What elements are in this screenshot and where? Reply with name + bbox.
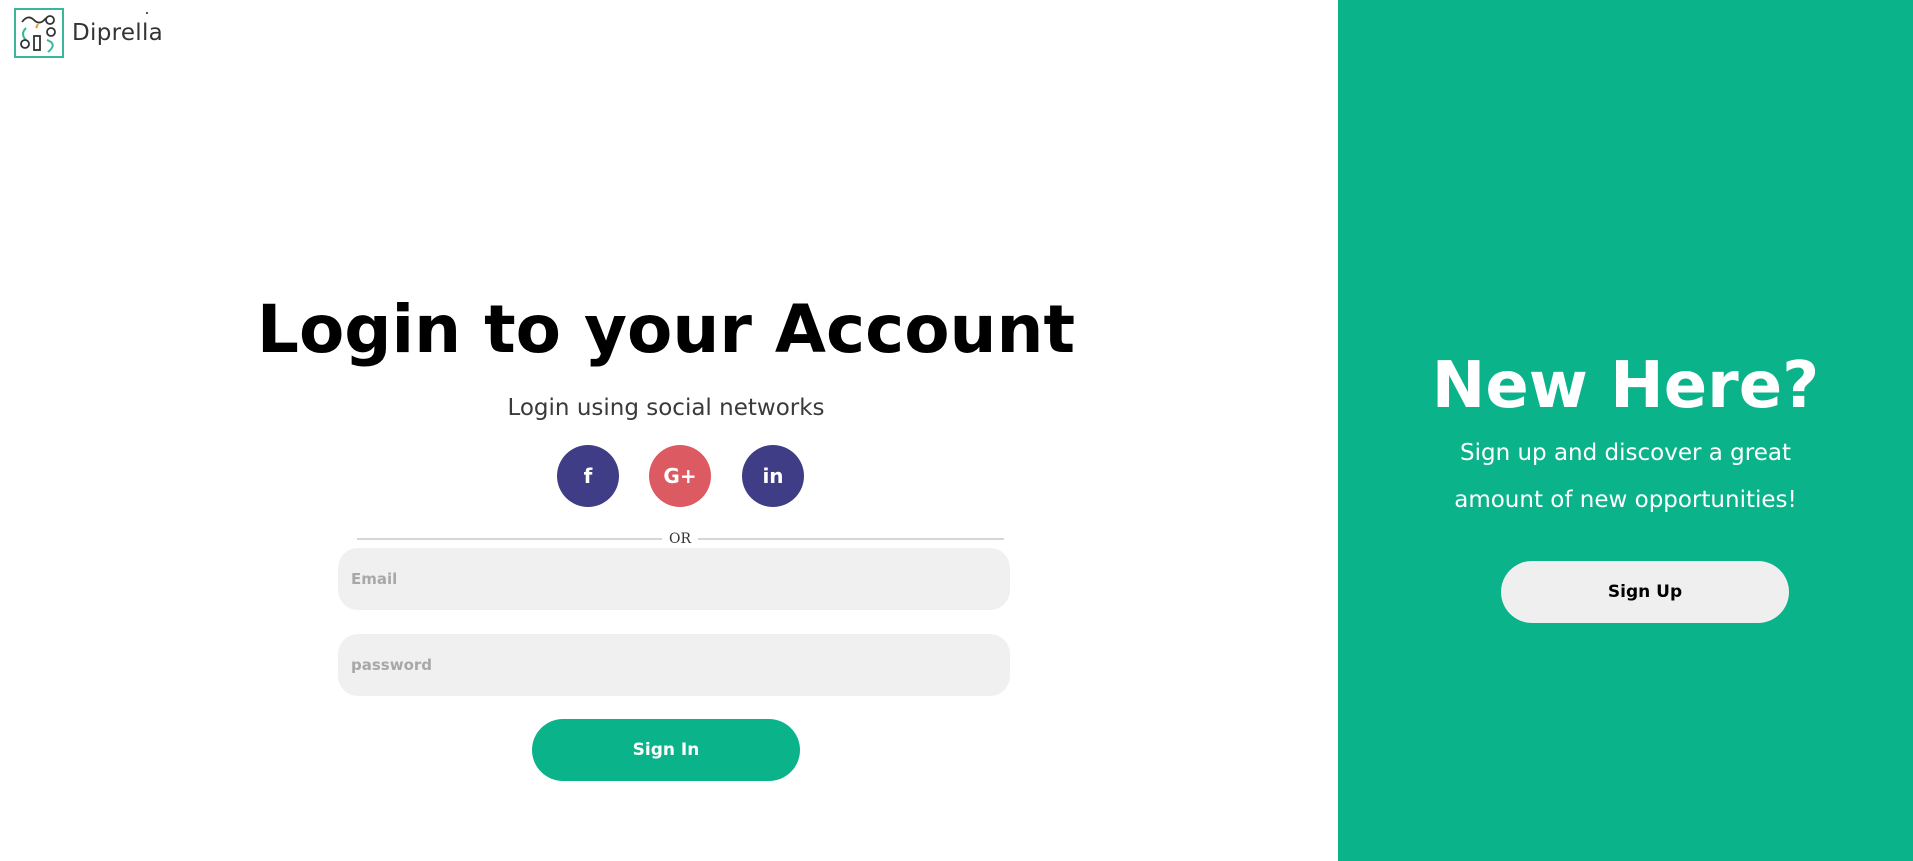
google-plus-icon: G+: [663, 464, 697, 488]
password-field[interactable]: [338, 634, 1010, 696]
page-title: Login to your Account: [256, 291, 1076, 368]
brand-logo[interactable]: Diprella: [14, 8, 163, 58]
decorative-dot: [146, 12, 148, 14]
google-plus-login-button[interactable]: G+: [649, 445, 711, 507]
social-login-subtitle: Login using social networks: [507, 395, 825, 421]
facebook-login-button[interactable]: f: [557, 445, 619, 507]
linkedin-icon: in: [762, 464, 784, 488]
divider-line-left: [357, 538, 662, 540]
facebook-icon: f: [583, 464, 593, 488]
login-panel: Diprella Login to your Account Login usi…: [0, 0, 1338, 861]
brand-name: Diprella: [72, 20, 164, 46]
email-field[interactable]: [338, 548, 1010, 610]
sign-up-button[interactable]: Sign Up: [1501, 561, 1789, 623]
signup-description: Sign up and discover a great amount of n…: [1454, 440, 1797, 513]
divider-line-right: [698, 538, 1004, 540]
diprella-logo-icon: [14, 8, 64, 58]
or-divider: OR: [357, 529, 1004, 549]
signup-panel: New Here? Sign up and discover a great a…: [1338, 0, 1913, 861]
linkedin-login-button[interactable]: in: [742, 445, 804, 507]
login-page: Diprella Login to your Account Login usi…: [0, 0, 1913, 861]
sign-in-button[interactable]: Sign In: [532, 719, 800, 781]
divider-text: OR: [668, 531, 692, 547]
signup-title: New Here?: [1431, 349, 1820, 423]
